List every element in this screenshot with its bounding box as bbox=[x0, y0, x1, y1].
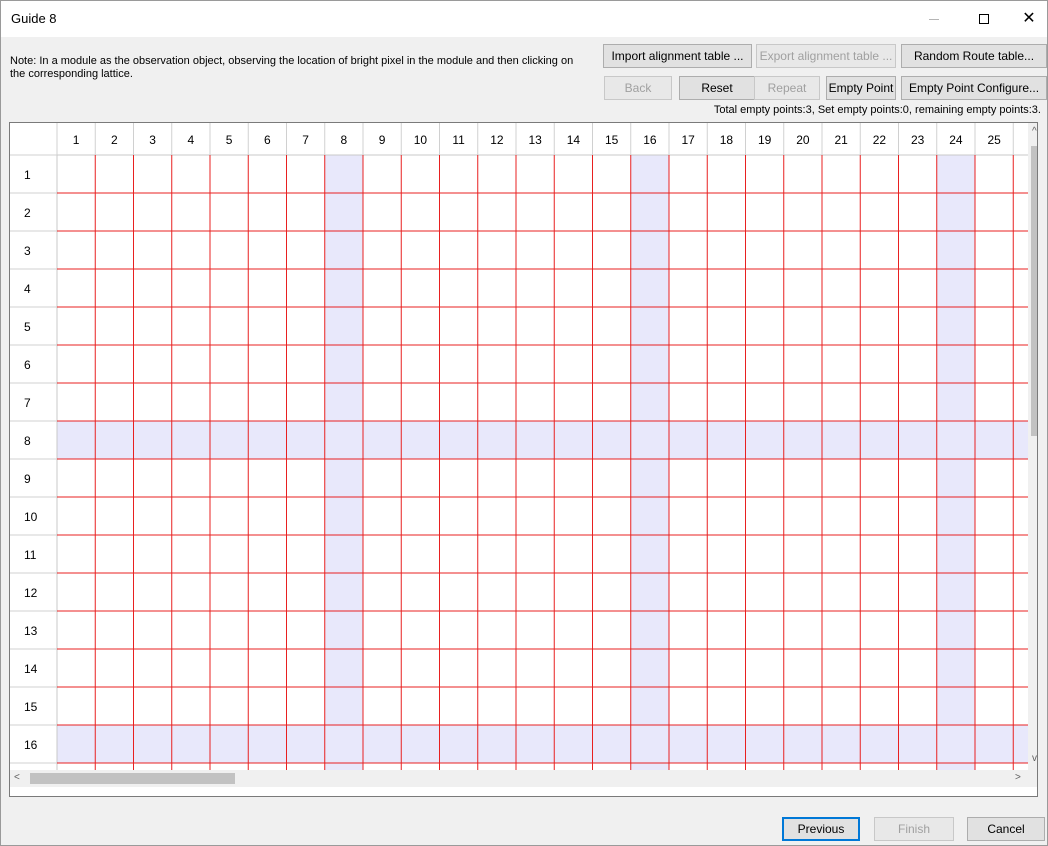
column-header-12[interactable]: 12 bbox=[490, 133, 504, 147]
horizontal-scrollbar[interactable]: < > bbox=[10, 770, 1028, 787]
import-alignment-table-button[interactable]: Import alignment table ... bbox=[603, 44, 752, 68]
dialog-window: Guide 8 ✕ Note: In a module as the obser… bbox=[0, 0, 1048, 846]
column-header-9[interactable]: 9 bbox=[379, 133, 386, 147]
column-header-11[interactable]: 11 bbox=[452, 133, 465, 147]
row-header-1[interactable]: 1 bbox=[24, 168, 31, 182]
scroll-up-icon[interactable]: ^ bbox=[1032, 126, 1037, 137]
column-header-20[interactable]: 20 bbox=[796, 133, 810, 147]
column-header-2[interactable]: 2 bbox=[111, 133, 118, 147]
row-header-10[interactable]: 10 bbox=[24, 510, 38, 524]
highlight-column-24 bbox=[936, 155, 975, 770]
row-header-13[interactable]: 13 bbox=[24, 624, 38, 638]
previous-button[interactable]: Previous bbox=[782, 817, 860, 841]
column-header-1[interactable]: 1 bbox=[73, 133, 80, 147]
export-alignment-table-button[interactable]: Export alignment table ... bbox=[756, 44, 896, 68]
column-header-4[interactable]: 4 bbox=[188, 133, 195, 147]
column-header-24[interactable]: 24 bbox=[949, 133, 963, 147]
lattice-grid-svg: 1 2 3 4 5 6 7 8 9 10 11 12 13 14 15 16 17 18 19 20 21 22 23 24 2… bbox=[10, 123, 1028, 770]
column-header-7[interactable]: 7 bbox=[302, 133, 309, 147]
row-header-15[interactable]: 15 bbox=[24, 700, 38, 714]
row-header-16[interactable]: 16 bbox=[24, 738, 38, 752]
scroll-corner bbox=[1028, 770, 1037, 787]
column-header-25[interactable]: 25 bbox=[987, 133, 1001, 147]
column-header-21[interactable]: 21 bbox=[834, 133, 848, 147]
column-header-3[interactable]: 3 bbox=[149, 133, 156, 147]
window-title: Guide 8 bbox=[11, 11, 57, 26]
row-header-11[interactable]: 11 bbox=[24, 548, 37, 562]
close-button[interactable]: ✕ bbox=[1006, 1, 1048, 37]
repeat-button[interactable]: Repeat bbox=[754, 76, 820, 100]
scroll-down-icon[interactable]: v bbox=[1032, 753, 1037, 764]
maximize-button[interactable] bbox=[961, 1, 1007, 37]
column-header-14[interactable]: 14 bbox=[567, 133, 581, 147]
finish-button[interactable]: Finish bbox=[874, 817, 954, 841]
reset-button[interactable]: Reset bbox=[679, 76, 755, 100]
empty-point-button[interactable]: Empty Point bbox=[826, 76, 896, 100]
back-button[interactable]: Back bbox=[604, 76, 672, 100]
lattice-grid: 1 2 3 4 5 6 7 8 9 10 11 12 13 14 15 16 17 18 19 20 21 22 23 24 2… bbox=[9, 122, 1038, 797]
column-header-16[interactable]: 16 bbox=[643, 133, 657, 147]
column-header-15[interactable]: 15 bbox=[605, 133, 619, 147]
column-header-18[interactable]: 18 bbox=[720, 133, 734, 147]
row-header-9[interactable]: 9 bbox=[24, 472, 31, 486]
column-header-13[interactable]: 13 bbox=[528, 133, 542, 147]
highlight-row-16 bbox=[57, 725, 1028, 763]
scroll-right-icon[interactable]: > bbox=[1015, 772, 1021, 783]
vertical-scroll-thumb[interactable] bbox=[1031, 146, 1037, 436]
column-header-23[interactable]: 23 bbox=[911, 133, 925, 147]
column-header-10[interactable]: 10 bbox=[414, 133, 428, 147]
minimize-button[interactable] bbox=[911, 1, 957, 37]
minimize-icon bbox=[929, 18, 939, 20]
column-header-22[interactable]: 22 bbox=[873, 133, 887, 147]
column-header-6[interactable]: 6 bbox=[264, 133, 271, 147]
row-header-3[interactable]: 3 bbox=[24, 244, 31, 258]
empty-point-configure-button[interactable]: Empty Point Configure... bbox=[901, 76, 1047, 100]
row-header-5[interactable]: 5 bbox=[24, 320, 31, 334]
highlight-column-8 bbox=[324, 155, 363, 770]
column-header-5[interactable]: 5 bbox=[226, 133, 233, 147]
row-header-6[interactable]: 6 bbox=[24, 358, 31, 372]
scroll-left-icon[interactable]: < bbox=[14, 772, 20, 783]
maximize-icon bbox=[979, 14, 989, 24]
column-header-8[interactable]: 8 bbox=[341, 133, 348, 147]
horizontal-scroll-thumb[interactable] bbox=[30, 773, 235, 784]
vertical-scrollbar[interactable]: ^ v bbox=[1028, 123, 1037, 770]
row-header-2[interactable]: 2 bbox=[24, 206, 31, 220]
highlight-row-8 bbox=[57, 421, 1028, 459]
highlight-column-16 bbox=[630, 155, 669, 770]
instruction-note: Note: In a module as the observation obj… bbox=[10, 55, 574, 80]
row-header-12[interactable]: 12 bbox=[24, 586, 38, 600]
row-header-4[interactable]: 4 bbox=[24, 282, 31, 296]
close-icon: ✕ bbox=[1022, 10, 1036, 27]
cancel-button[interactable]: Cancel bbox=[967, 817, 1045, 841]
row-header-14[interactable]: 14 bbox=[24, 662, 38, 676]
column-header-19[interactable]: 19 bbox=[758, 133, 772, 147]
title-bar: Guide 8 ✕ bbox=[1, 1, 1047, 37]
row-header-8[interactable]: 8 bbox=[24, 434, 31, 448]
column-header-17[interactable]: 17 bbox=[681, 133, 695, 147]
row-header-7[interactable]: 7 bbox=[24, 396, 31, 410]
random-route-table-button[interactable]: Random Route table... bbox=[901, 44, 1047, 68]
empty-points-status: Total empty points:3, Set empty points:0… bbox=[713, 104, 1041, 116]
